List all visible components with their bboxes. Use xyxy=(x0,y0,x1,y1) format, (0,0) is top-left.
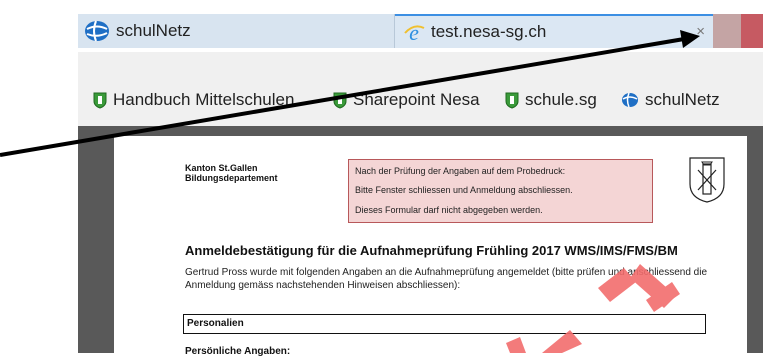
intro-text: Gertrud Pross wurde mit folgenden Angabe… xyxy=(185,267,708,291)
tab-schulnetz[interactable]: schulNetz xyxy=(78,14,395,48)
notice-line: Nach der Prüfung der Angaben auf dem Pro… xyxy=(355,166,566,176)
favorite-schule-sg[interactable]: schule.sg xyxy=(505,90,597,110)
department-name: Bildungsdepartement xyxy=(185,173,278,183)
document-page: Kanton St.Gallen Bildungsdepartement Nac… xyxy=(114,136,747,357)
favorite-schulnetz[interactable]: schulNetz xyxy=(621,90,720,110)
favorite-label: Handbuch Mittelschulen xyxy=(113,90,295,109)
tab-strip: schulNetz e test.nesa-sg.ch × xyxy=(78,14,763,48)
favorite-label: schulNetz xyxy=(645,90,720,109)
window-button[interactable] xyxy=(713,14,741,48)
favorite-label: schule.sg xyxy=(525,90,597,109)
svg-text:e: e xyxy=(409,21,419,43)
notice-line: Dieses Formular darf nicht abgegeben wer… xyxy=(355,205,543,215)
favorite-sharepoint-nesa[interactable]: Sharepoint Nesa xyxy=(333,90,480,110)
favorites-bar: Handbuch Mittelschulen Sharepoint Nesa s… xyxy=(78,52,763,126)
shield-icon xyxy=(93,92,107,109)
section-label: Personalien xyxy=(187,318,244,329)
notice-line: Bitte Fenster schliessen und Anmeldung a… xyxy=(355,185,573,195)
canton-crest-icon xyxy=(689,157,725,203)
tab-label: test.nesa-sg.ch xyxy=(431,22,547,41)
document-title: Anmeldebestätigung für die Aufnahmeprüfu… xyxy=(185,243,678,258)
section-personalien: Personalien xyxy=(183,314,706,334)
close-tab-icon[interactable]: × xyxy=(696,23,705,40)
schulnetz-globe-icon xyxy=(622,92,638,108)
favorite-handbuch-mittelschulen[interactable]: Handbuch Mittelschulen xyxy=(93,90,294,110)
shield-icon xyxy=(333,92,347,109)
schulnetz-globe-icon xyxy=(85,20,109,42)
canton-header: Kanton St.Gallen Bildungsdepartement xyxy=(185,163,278,183)
window-close-button[interactable] xyxy=(741,14,763,48)
shield-icon xyxy=(505,92,519,109)
subsection-heading: Persönliche Angaben: xyxy=(185,346,291,357)
tab-test-nesa[interactable]: e test.nesa-sg.ch × xyxy=(395,14,713,48)
canton-name: Kanton St.Gallen xyxy=(185,163,258,173)
ie-icon: e xyxy=(404,21,425,43)
tab-label: schulNetz xyxy=(116,21,191,40)
notice-box: Nach der Prüfung der Angaben auf dem Pro… xyxy=(348,159,653,223)
favorite-label: Sharepoint Nesa xyxy=(353,90,480,109)
